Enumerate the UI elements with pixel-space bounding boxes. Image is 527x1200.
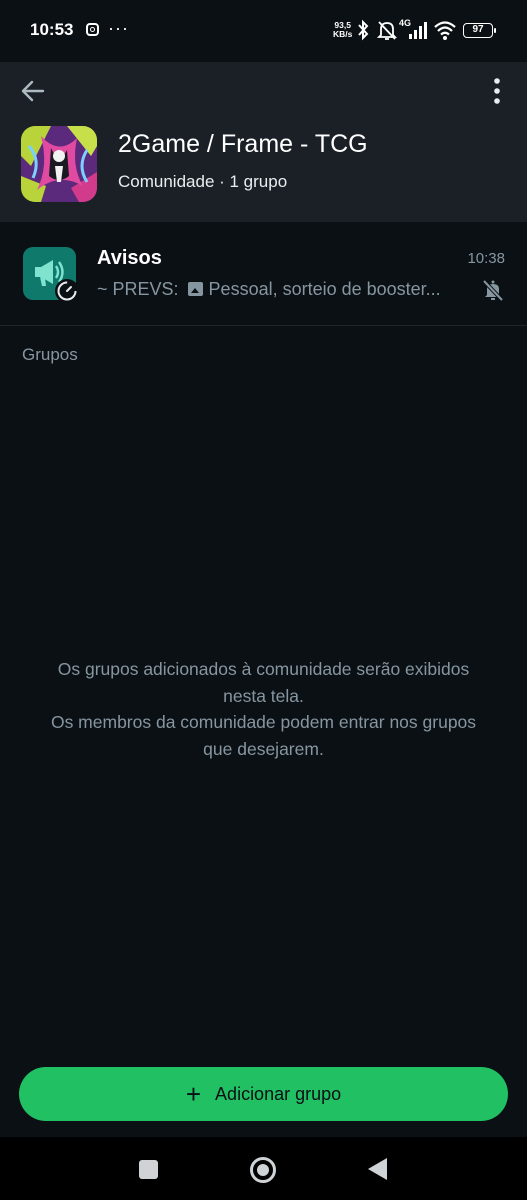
community-title: 2Game / Frame - TCG	[118, 130, 368, 158]
announcements-preview: ~ PREVS: Pessoal, sorteio de booster...	[97, 279, 467, 300]
status-time: 10:53	[30, 20, 74, 39]
network-speed: 93,5 KB/s	[333, 21, 352, 39]
community-header: 2Game / Frame - TCG Comunidade · 1 grupo	[0, 62, 527, 222]
message-sender: ~ PREVS:	[97, 279, 179, 299]
muted-notifications-icon	[482, 279, 504, 302]
battery-icon: 97	[463, 23, 496, 38]
back-triangle-icon[interactable]	[368, 1158, 387, 1180]
community-subtitle: Comunidade · 1 grupo	[118, 172, 288, 191]
empty-state-line: nesta tela.	[223, 685, 304, 706]
image-icon	[187, 282, 203, 296]
megaphone-icon	[23, 247, 79, 303]
home-icon[interactable]	[250, 1157, 276, 1183]
wifi-icon	[434, 21, 456, 40]
status-bar: 10:53 ··· 93,5 KB/s 4G 97	[0, 0, 527, 62]
announcements-row[interactable]: Avisos 10:38 ~ PREVS: Pessoal, sorteio de…	[0, 222, 527, 326]
network-speed-unit: KB/s	[333, 29, 353, 39]
empty-state-message: Os grupos adicionados à comunidade serão…	[0, 656, 527, 762]
signal-icon	[409, 22, 427, 39]
bluetooth-icon	[358, 19, 369, 41]
plus-icon: +	[185, 1079, 202, 1109]
community-avatar[interactable]	[21, 126, 97, 202]
announcements-title: Avisos	[97, 247, 162, 269]
notifications-off-icon	[377, 21, 397, 40]
add-group-label: Adicionar grupo	[215, 1083, 342, 1104]
instagram-icon	[86, 23, 99, 36]
community-artwork	[21, 126, 97, 202]
empty-state-line: Os grupos adicionados à comunidade serão…	[57, 659, 470, 679]
announcements-time: 10:38	[467, 250, 505, 267]
back-arrow-icon[interactable]	[18, 76, 48, 106]
add-group-button[interactable]: + Adicionar grupo	[19, 1067, 508, 1121]
more-notifications-icon: ···	[108, 18, 129, 38]
empty-state-line: que desejarem.	[203, 738, 324, 759]
groups-section-label: Grupos	[22, 345, 78, 364]
system-navigation-bar	[0, 1137, 527, 1200]
empty-state-line: Os membros da comunidade podem entrar no…	[50, 712, 477, 732]
message-preview-text: Pessoal, sorteio de booster...	[208, 279, 441, 299]
more-options-icon[interactable]	[484, 76, 510, 106]
recent-apps-icon[interactable]	[139, 1160, 158, 1179]
